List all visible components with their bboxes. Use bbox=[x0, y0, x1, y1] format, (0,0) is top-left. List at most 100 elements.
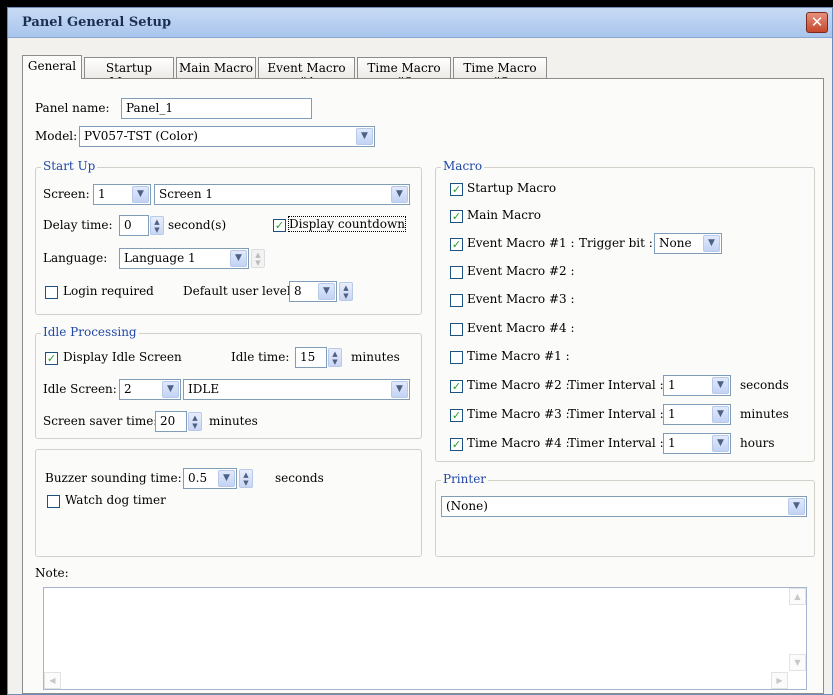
idle-screen-name-select[interactable]: IDLE ▼ bbox=[183, 379, 410, 400]
idle-time-field[interactable]: 15 bbox=[295, 347, 327, 368]
close-button[interactable]: ✕ bbox=[806, 12, 828, 33]
macro-group-label: Macro bbox=[441, 159, 485, 173]
event-macro-4-checkbox[interactable] bbox=[450, 323, 463, 336]
startup-macro-checkbox[interactable]: ✓ bbox=[450, 183, 463, 196]
check-icon: ✓ bbox=[451, 380, 462, 393]
event-macro-2-label: Event Macro #2 : bbox=[467, 264, 575, 278]
time-macro-2-interval-select[interactable]: 1 ▼ bbox=[663, 375, 731, 396]
screen-saver-time-spinner[interactable]: ▲ ▼ bbox=[188, 412, 202, 431]
time-macro-3-interval-select[interactable]: 1 ▼ bbox=[663, 404, 731, 425]
event-macro-2-checkbox[interactable] bbox=[450, 266, 463, 279]
time-macro-2-checkbox[interactable]: ✓ bbox=[450, 380, 463, 393]
login-required-label: Login required bbox=[63, 284, 154, 298]
startup-screen-number-select[interactable]: 1 ▼ bbox=[93, 184, 151, 205]
check-icon: ✓ bbox=[274, 219, 285, 232]
trigger-bit-label: Trigger bit : bbox=[579, 236, 653, 250]
window-title: Panel General Setup bbox=[22, 15, 172, 30]
watch-dog-timer-checkbox[interactable] bbox=[47, 495, 60, 508]
time-macro-1-checkbox[interactable] bbox=[450, 351, 463, 364]
spin-down-icon: ▼ bbox=[255, 259, 261, 267]
buzzer-sounding-time-label: Buzzer sounding time: bbox=[45, 471, 182, 485]
buzzer-sounding-time-select[interactable]: 0.5 ▼ bbox=[183, 468, 237, 489]
tab-event-macro-1[interactable]: Event Macro #1 bbox=[258, 57, 355, 89]
spin-up-icon: ▲ bbox=[154, 218, 160, 226]
dialog-window: Panel General Setup ✕ General Startup Ma… bbox=[7, 7, 833, 695]
chevron-down-icon: ▼ bbox=[230, 250, 247, 267]
time-macro-4-label: Time Macro #4 : bbox=[467, 436, 570, 450]
tab-main-macro[interactable]: Main Macro bbox=[176, 57, 256, 78]
delay-time-spinner[interactable]: ▲ ▼ bbox=[150, 216, 164, 235]
chevron-down-icon: ▼ bbox=[788, 498, 805, 515]
login-required-checkbox[interactable] bbox=[45, 286, 58, 299]
tab-startup-macro[interactable]: Startup Macro bbox=[84, 57, 174, 89]
default-user-level-select[interactable]: 8 ▼ bbox=[289, 281, 337, 302]
buzzer-sounding-time-spinner[interactable]: ▲ ▼ bbox=[239, 469, 253, 488]
note-textarea[interactable]: ▲ ▼ ◀ ▶ bbox=[43, 587, 807, 690]
general-tab-panel: Panel name: Panel_1 Model: PV057-TST (Co… bbox=[22, 78, 824, 694]
watch-dog-timer-label: Watch dog timer bbox=[65, 493, 166, 507]
idle-time-spinner[interactable]: ▲ ▼ bbox=[328, 348, 342, 367]
time-macro-4-interval-select[interactable]: 1 ▼ bbox=[663, 433, 731, 454]
spin-up-icon: ▲ bbox=[255, 251, 261, 259]
chevron-down-icon: ▼ bbox=[318, 283, 335, 300]
time-macro-4-unit: hours bbox=[740, 436, 775, 450]
tab-time-macro-2[interactable]: Time Macro #2 bbox=[357, 57, 451, 89]
display-countdown-checkbox[interactable]: ✓ bbox=[273, 219, 286, 232]
trigger-bit-select[interactable]: None ▼ bbox=[654, 233, 722, 254]
language-spinner: ▲ ▼ bbox=[251, 249, 265, 268]
trigger-bit-value: None bbox=[659, 236, 692, 250]
language-select[interactable]: Language 1 ▼ bbox=[119, 248, 249, 269]
buzzer-sounding-time-value: 0.5 bbox=[188, 471, 208, 485]
event-macro-4-label: Event Macro #4 : bbox=[467, 321, 575, 335]
chevron-down-icon: ▼ bbox=[712, 377, 729, 394]
printer-group-label: Printer bbox=[441, 472, 489, 486]
idle-screen-label: Idle Screen: bbox=[43, 382, 117, 396]
scroll-down-icon[interactable]: ▼ bbox=[789, 654, 806, 671]
time-macro-3-checkbox[interactable]: ✓ bbox=[450, 409, 463, 422]
default-user-level-spinner[interactable]: ▲ ▼ bbox=[339, 282, 353, 301]
display-idle-screen-checkbox[interactable]: ✓ bbox=[45, 352, 58, 365]
chevron-down-icon: ▼ bbox=[162, 381, 179, 398]
tab-general[interactable]: General bbox=[22, 55, 82, 79]
scroll-up-icon[interactable]: ▲ bbox=[789, 588, 806, 605]
language-value: Language 1 bbox=[124, 251, 196, 265]
time-macro-3-interval-label: Timer Interval : bbox=[568, 407, 664, 421]
event-macro-3-checkbox[interactable] bbox=[450, 294, 463, 307]
chevron-down-icon: ▼ bbox=[391, 186, 408, 203]
chevron-down-icon: ▼ bbox=[356, 128, 373, 145]
chevron-down-icon: ▼ bbox=[712, 406, 729, 423]
idle-screen-number-select[interactable]: 2 ▼ bbox=[119, 379, 181, 400]
startup-screen-name: Screen 1 bbox=[159, 187, 214, 201]
time-macro-4-interval-label: Timer Interval : bbox=[568, 436, 664, 450]
note-label: Note: bbox=[35, 566, 69, 580]
spin-down-icon: ▼ bbox=[154, 226, 160, 234]
check-icon: ✓ bbox=[46, 352, 57, 365]
spin-down-icon: ▼ bbox=[332, 358, 338, 366]
scroll-left-icon[interactable]: ◀ bbox=[44, 672, 61, 689]
startup-screen-name-select[interactable]: Screen 1 ▼ bbox=[154, 184, 410, 205]
spin-down-icon: ▼ bbox=[343, 292, 349, 300]
delay-time-unit: second(s) bbox=[168, 218, 227, 232]
startup-group-label: Start Up bbox=[41, 159, 98, 173]
idle-time-unit: minutes bbox=[351, 350, 400, 364]
check-icon: ✓ bbox=[451, 210, 462, 223]
model-select[interactable]: PV057-TST (Color) ▼ bbox=[79, 126, 375, 147]
event-macro-1-label: Event Macro #1 : bbox=[467, 236, 575, 250]
event-macro-1-checkbox[interactable]: ✓ bbox=[450, 238, 463, 251]
main-macro-checkbox[interactable]: ✓ bbox=[450, 210, 463, 223]
display-countdown-label[interactable]: Display countdown bbox=[287, 216, 407, 232]
time-macro-2-interval-value: 1 bbox=[668, 378, 676, 392]
tab-time-macro-3[interactable]: Time Macro #3 bbox=[453, 57, 547, 89]
panel-name-field[interactable]: Panel_1 bbox=[121, 98, 312, 119]
delay-time-field[interactable]: 0 bbox=[119, 215, 149, 236]
time-macro-4-checkbox[interactable]: ✓ bbox=[450, 438, 463, 451]
time-macro-1-label: Time Macro #1 : bbox=[467, 349, 570, 363]
model-label: Model: bbox=[35, 129, 78, 143]
check-icon: ✓ bbox=[451, 438, 462, 451]
scroll-right-icon[interactable]: ▶ bbox=[771, 672, 788, 689]
printer-select[interactable]: (None) ▼ bbox=[441, 496, 807, 517]
screen-saver-time-field[interactable]: 20 bbox=[155, 411, 187, 432]
spin-up-icon: ▲ bbox=[192, 414, 198, 422]
main-macro-label: Main Macro bbox=[467, 208, 541, 222]
spin-up-icon: ▲ bbox=[243, 471, 249, 479]
